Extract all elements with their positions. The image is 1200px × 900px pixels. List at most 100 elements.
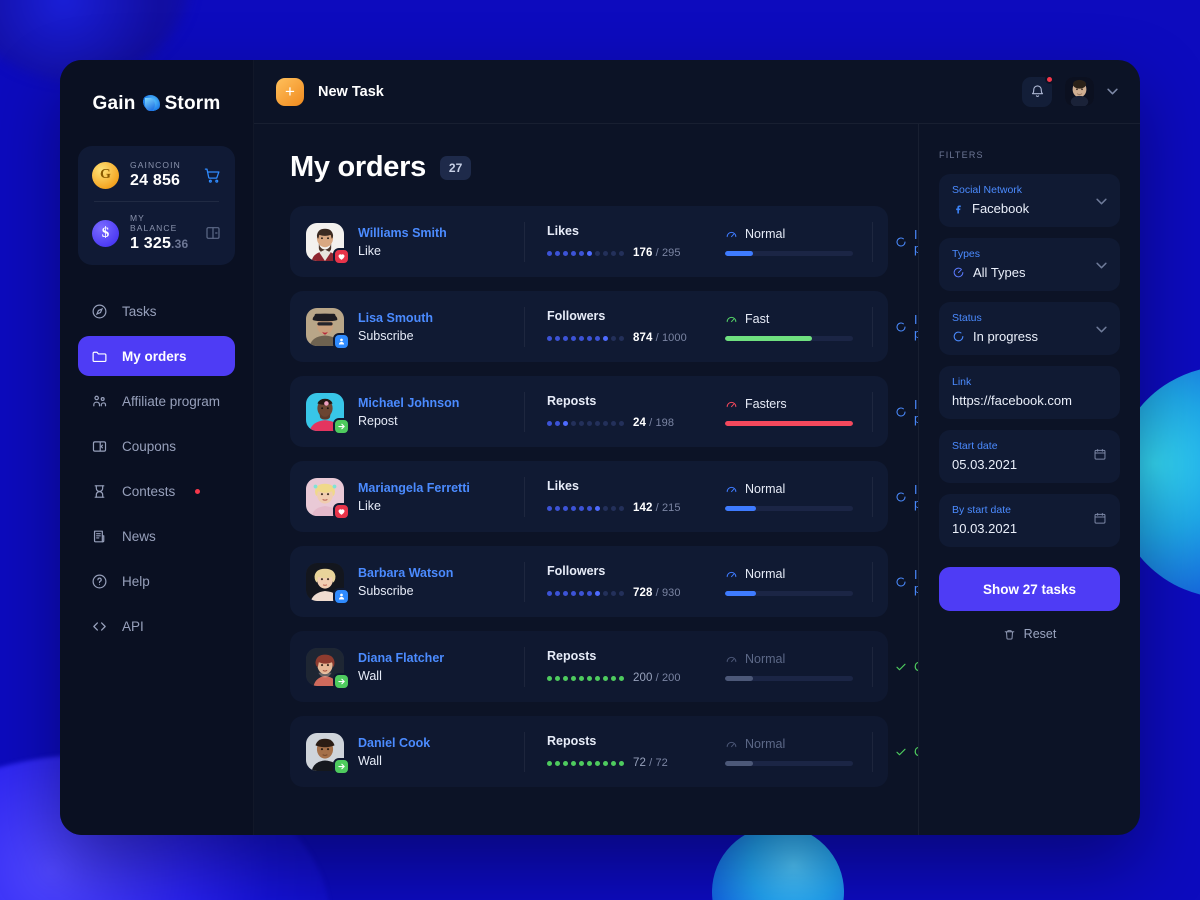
avatar <box>306 647 350 690</box>
sidebar-item-my-orders[interactable]: My orders <box>78 336 235 376</box>
filter-field-types[interactable]: Types All Types <box>939 238 1120 291</box>
speed-bar <box>725 591 853 596</box>
sidebar-item-label: API <box>122 618 144 634</box>
sidebar-item-coupons[interactable]: Coupons <box>78 426 235 466</box>
metric-count: 142 / 215 <box>633 502 681 514</box>
content-and-filters: My orders 27 Williams Smith Like Likes 176 … <box>254 124 1140 835</box>
order-metric: Followers 874 / 1000 <box>525 309 707 344</box>
sidebar-item-label: News <box>122 528 156 544</box>
filter-field-start-date[interactable]: Start date 05.03.2021 <box>939 430 1120 483</box>
filter-fields: Social Network Facebook Types All Types Stat… <box>939 174 1120 547</box>
metric-count: 24 / 198 <box>633 417 675 429</box>
notifications-button[interactable] <box>1022 74 1054 107</box>
order-user-name[interactable]: Lisa Smouth <box>358 311 433 325</box>
table-row[interactable]: Michael Johnson Repost Reposts 24 / 198 Fast… <box>290 376 918 447</box>
check-icon <box>895 746 907 758</box>
cart-icon[interactable] <box>204 167 221 184</box>
filter-value[interactable]: 05.03.2021 <box>952 457 1107 472</box>
table-row[interactable]: Lisa Smouth Subscribe Followers 874 / 1000 F… <box>290 291 918 362</box>
folder-icon <box>91 348 108 365</box>
filter-field-social-network[interactable]: Social Network Facebook <box>939 174 1120 227</box>
order-action-label: Subscribe <box>358 328 414 343</box>
filter-value[interactable]: https://facebook.com <box>952 393 1107 408</box>
table-row[interactable]: Williams Smith Like Likes 176 / 295 Normal In… <box>290 206 918 277</box>
sidebar-item-label: My orders <box>122 348 187 364</box>
chevron-down-icon[interactable] <box>1096 192 1107 210</box>
progress-dots <box>547 335 624 341</box>
reset-label: Reset <box>1023 627 1057 641</box>
order-user-name[interactable]: Barbara Watson <box>358 566 453 580</box>
order-user-name[interactable]: Mariangela Ferretti <box>358 481 470 495</box>
filter-value[interactable]: In progress <box>952 329 1107 344</box>
filters-panel: FILTERS Social Network Facebook Types All T… <box>918 124 1140 835</box>
table-row[interactable]: Mariangela Ferretti Like Likes 142 / 215 Nor… <box>290 461 918 532</box>
speed-label: Normal <box>745 737 786 751</box>
table-row[interactable]: Diana Flatcher Wall Reposts 200 / 200 Normal… <box>290 631 918 702</box>
sidebar-item-affiliate-program[interactable]: Affiliate program <box>78 381 235 421</box>
filter-field-status[interactable]: Status In progress <box>939 302 1120 355</box>
sidebar-item-news[interactable]: News <box>78 516 235 556</box>
sidebar-item-label: Help <box>122 573 150 589</box>
filter-value[interactable]: All Types <box>952 265 1107 280</box>
speed-gauge-icon <box>725 228 738 241</box>
avatar[interactable] <box>1065 77 1094 106</box>
decorative-sphere-bottom <box>712 826 844 900</box>
gaincoin-row: G GAINCOIN 24 856 <box>92 160 221 190</box>
wallet-icon[interactable] <box>205 225 221 241</box>
speed-bar <box>725 421 853 426</box>
speed-gauge-icon <box>725 653 738 666</box>
sidebar-item-help[interactable]: Help <box>78 561 235 601</box>
new-task-button[interactable]: + New Task <box>276 77 384 106</box>
orders-content: My orders 27 Williams Smith Like Likes 176 … <box>254 124 918 835</box>
table-row[interactable]: Daniel Cook Wall Reposts 72 / 72 Normal Compl… <box>290 716 918 787</box>
top-bar: + New Task <box>254 60 1140 124</box>
sidebar-item-api[interactable]: API <box>78 606 235 646</box>
sub-badge-icon <box>333 587 350 605</box>
order-metric: Reposts 200 / 200 <box>525 649 707 684</box>
sidebar-item-label: Coupons <box>122 438 177 454</box>
filter-value-text: Facebook <box>972 201 1030 216</box>
filter-value[interactable]: 10.03.2021 <box>952 521 1107 536</box>
order-speed: Fast <box>707 312 872 341</box>
chevron-down-icon[interactable] <box>1096 256 1107 274</box>
order-metric: Likes 176 / 295 <box>525 224 707 259</box>
sidebar-nav: Tasks My orders Affiliate program Coupon… <box>60 291 253 646</box>
speed-gauge-icon <box>725 738 738 751</box>
chevron-down-icon[interactable] <box>1107 87 1118 97</box>
chevron-down-icon[interactable] <box>1096 320 1107 338</box>
speed-label: Normal <box>745 227 786 241</box>
trophy-icon <box>91 483 108 500</box>
gaincoin-value: 24 856 <box>130 172 181 189</box>
balance-label: MY BALANCE <box>130 213 178 233</box>
reset-filters-button[interactable]: Reset <box>939 627 1120 641</box>
order-user-name[interactable]: Michael Johnson <box>358 396 459 410</box>
speed-gauge-icon <box>725 398 738 411</box>
filter-value-text: 05.03.2021 <box>952 457 1018 472</box>
sidebar-item-contests[interactable]: Contests <box>78 471 235 511</box>
order-user-name[interactable]: Williams Smith <box>358 226 447 240</box>
calendar-icon[interactable] <box>1093 447 1107 466</box>
top-bar-right <box>1022 74 1118 107</box>
filter-label: Social Network <box>952 184 1023 196</box>
filter-value[interactable]: Facebook <box>952 201 1107 216</box>
sidebar-item-tasks[interactable]: Tasks <box>78 291 235 331</box>
like-badge-icon <box>333 502 350 520</box>
calendar-icon[interactable] <box>1093 511 1107 530</box>
order-action-label: Subscribe <box>358 583 414 598</box>
order-user-name[interactable]: Daniel Cook <box>358 736 430 750</box>
show-tasks-button[interactable]: Show 27 tasks <box>939 567 1120 611</box>
order-user-name[interactable]: Diana Flatcher <box>358 651 444 665</box>
speed-gauge-icon <box>725 483 738 496</box>
metric-title: Reposts <box>547 649 597 663</box>
wallet-card: G GAINCOIN 24 856 $ MY BALANCE 1 325.36 <box>78 146 235 265</box>
brand-logo[interactable]: Gain Storm <box>60 84 253 124</box>
filter-field-link[interactable]: Link https://facebook.com <box>939 366 1120 419</box>
compass-icon <box>91 303 108 320</box>
speed-bar <box>725 506 853 511</box>
order-user: Mariangela Ferretti Like <box>306 477 524 520</box>
news-icon <box>91 528 108 545</box>
speed-label: Fasters <box>745 397 787 411</box>
spinner-icon <box>895 406 907 418</box>
filter-field-by-start-date[interactable]: By start date 10.03.2021 <box>939 494 1120 547</box>
table-row[interactable]: Barbara Watson Subscribe Followers 728 / 93… <box>290 546 918 617</box>
